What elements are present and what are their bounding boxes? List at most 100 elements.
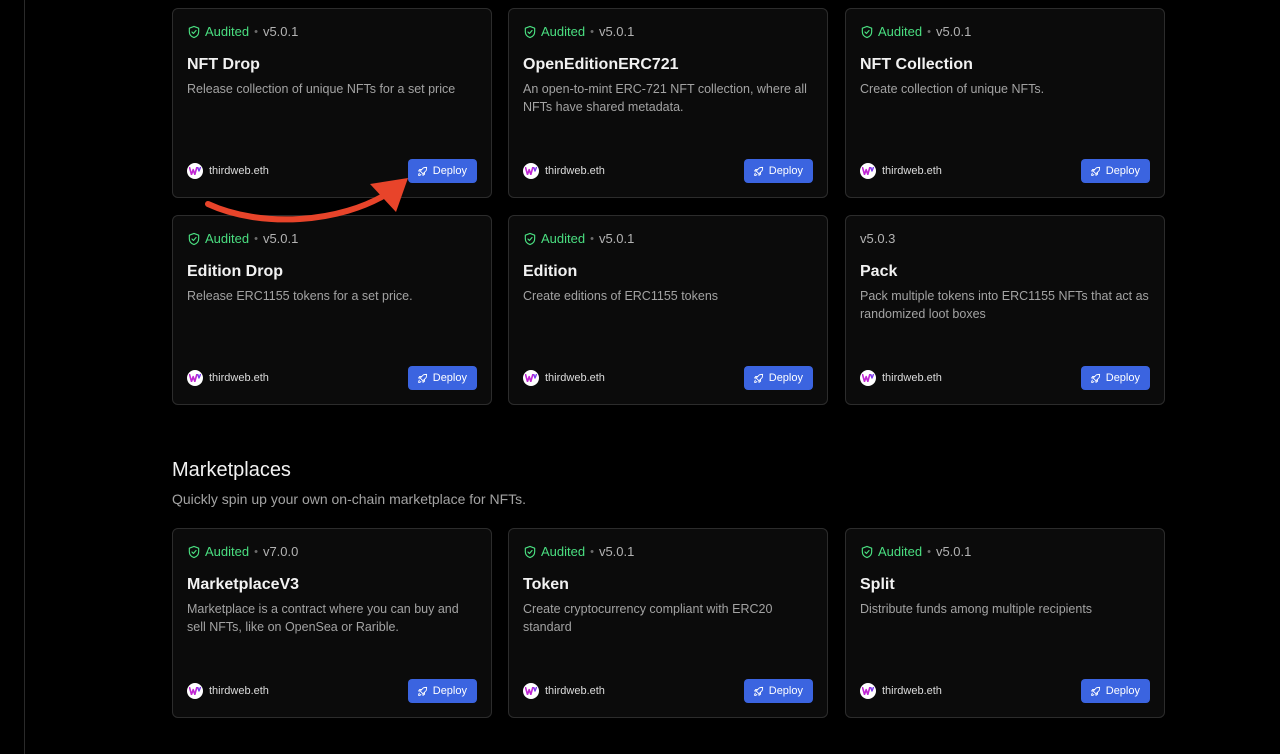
thirdweb-logo-icon [860, 370, 876, 386]
thirdweb-logo-icon [187, 370, 203, 386]
shield-check-icon [860, 545, 874, 559]
section-subtitle: Quickly spin up your own on-chain market… [172, 491, 527, 507]
rocket-icon [1090, 373, 1101, 384]
contract-card-marketplace-v3[interactable]: Audited • v7.0.0 MarketplaceV3 Marketpla… [172, 528, 492, 718]
deploy-button[interactable]: Deploy [407, 366, 477, 390]
card-meta: Audited • v5.0.1 [523, 24, 634, 40]
separator-dot: • [254, 546, 258, 558]
version-label: v5.0.1 [598, 24, 635, 39]
thirdweb-logo-icon [523, 163, 539, 179]
deploy-label: Deploy [432, 165, 467, 177]
contract-card-split[interactable]: Audited • v5.0.1 Split Distribute funds … [845, 528, 1165, 718]
card-description: An open-to-mint ERC-721 NFT collection, … [523, 82, 807, 114]
shield-check-icon [187, 232, 201, 246]
sidebar-divider [24, 0, 25, 754]
card-description: Release collection of unique NFTs for a … [187, 82, 456, 96]
deploy-button[interactable]: Deploy [1080, 679, 1150, 703]
version-label: v5.0.1 [262, 231, 299, 246]
card-title: NFT Drop [187, 56, 260, 73]
publisher-name: thirdweb.eth [882, 685, 942, 697]
card-description: Create collection of unique NFTs. [860, 82, 1045, 96]
deploy-button[interactable]: Deploy [1080, 159, 1150, 183]
separator-dot: • [590, 26, 594, 38]
shield-check-icon [523, 232, 537, 246]
card-meta: Audited • v5.0.1 [860, 24, 971, 40]
version-label: v5.0.3 [860, 231, 896, 246]
card-meta: Audited • v7.0.0 [187, 544, 298, 560]
publisher-name: thirdweb.eth [209, 372, 269, 384]
rocket-icon [417, 373, 428, 384]
contract-card-edition-drop[interactable]: Audited • v5.0.1 Edition Drop Release ER… [172, 215, 492, 405]
card-description: Distribute funds among multiple recipien… [860, 602, 1093, 616]
deploy-label: Deploy [768, 372, 803, 384]
version-label: v5.0.1 [935, 544, 972, 559]
card-description: Pack multiple tokens into ERC1155 NFTs t… [860, 289, 1149, 321]
contract-card-nft-collection[interactable]: Audited • v5.0.1 NFT Collection Create c… [845, 8, 1165, 198]
card-title: Token [523, 576, 569, 593]
rocket-icon [417, 686, 428, 697]
publisher-link[interactable]: thirdweb.eth [860, 683, 942, 699]
publisher-link[interactable]: thirdweb.eth [187, 683, 269, 699]
card-description: Release ERC1155 tokens for a set price. [187, 289, 413, 303]
contract-card-open-edition-erc721[interactable]: Audited • v5.0.1 OpenEditionERC721 An op… [508, 8, 828, 198]
shield-check-icon [860, 25, 874, 39]
version-label: v5.0.1 [598, 544, 635, 559]
card-description: Create editions of ERC1155 tokens [523, 289, 719, 303]
contract-card-token[interactable]: Audited • v5.0.1 Token Create cryptocurr… [508, 528, 828, 718]
audited-label: Audited [205, 231, 250, 246]
contract-card-edition[interactable]: Audited • v5.0.1 Edition Create editions… [508, 215, 828, 405]
publisher-name: thirdweb.eth [545, 165, 605, 177]
publisher-link[interactable]: thirdweb.eth [523, 163, 605, 179]
thirdweb-logo-icon [860, 683, 876, 699]
card-title: Edition Drop [187, 263, 283, 280]
publisher-link[interactable]: thirdweb.eth [187, 370, 269, 386]
rocket-icon [1090, 686, 1101, 697]
card-meta: Audited • v5.0.1 [860, 544, 971, 560]
card-meta: Audited • v5.0.1 [523, 544, 634, 560]
shield-check-icon [523, 25, 537, 39]
card-meta: Audited • v5.0.1 [523, 231, 634, 247]
publisher-name: thirdweb.eth [545, 372, 605, 384]
rocket-icon [753, 166, 764, 177]
card-title: OpenEditionERC721 [523, 56, 679, 73]
deploy-button[interactable]: Deploy [743, 159, 813, 183]
deploy-label: Deploy [768, 165, 803, 177]
deploy-button[interactable]: Deploy [407, 679, 477, 703]
version-label: v5.0.1 [598, 231, 635, 246]
section-title: Marketplaces [172, 459, 291, 481]
thirdweb-logo-icon [523, 683, 539, 699]
rocket-icon [753, 686, 764, 697]
separator-dot: • [254, 233, 258, 245]
card-meta: Audited • v5.0.1 [187, 231, 298, 247]
thirdweb-logo-icon [523, 370, 539, 386]
deploy-button[interactable]: Deploy [743, 679, 813, 703]
deploy-label: Deploy [1105, 165, 1140, 177]
contract-card-pack[interactable]: v5.0.3 Pack Pack multiple tokens into ER… [845, 215, 1165, 405]
publisher-link[interactable]: thirdweb.eth [523, 683, 605, 699]
shield-check-icon [187, 25, 201, 39]
publisher-link[interactable]: thirdweb.eth [523, 370, 605, 386]
card-title: MarketplaceV3 [187, 576, 300, 593]
page: Audited • v5.0.1 NFT Drop Release collec… [0, 0, 1280, 754]
card-description: Marketplace is a contract where you can … [187, 602, 459, 634]
rocket-icon [753, 373, 764, 384]
separator-dot: • [590, 233, 594, 245]
separator-dot: • [927, 546, 931, 558]
card-title: NFT Collection [860, 56, 973, 73]
deploy-button[interactable]: Deploy [743, 366, 813, 390]
deploy-label: Deploy [432, 372, 467, 384]
card-meta: Audited • v5.0.1 [187, 24, 298, 40]
deploy-label: Deploy [432, 685, 467, 697]
audited-label: Audited [205, 24, 250, 39]
audited-label: Audited [541, 231, 586, 246]
separator-dot: • [927, 26, 931, 38]
version-label: v5.0.1 [935, 24, 972, 39]
audited-label: Audited [541, 24, 586, 39]
publisher-link[interactable]: thirdweb.eth [860, 163, 942, 179]
version-label: v5.0.1 [262, 24, 299, 39]
separator-dot: • [254, 26, 258, 38]
deploy-button[interactable]: Deploy [1080, 366, 1150, 390]
publisher-link[interactable]: thirdweb.eth [860, 370, 942, 386]
audited-label: Audited [205, 544, 250, 559]
card-title: Split [860, 576, 895, 593]
